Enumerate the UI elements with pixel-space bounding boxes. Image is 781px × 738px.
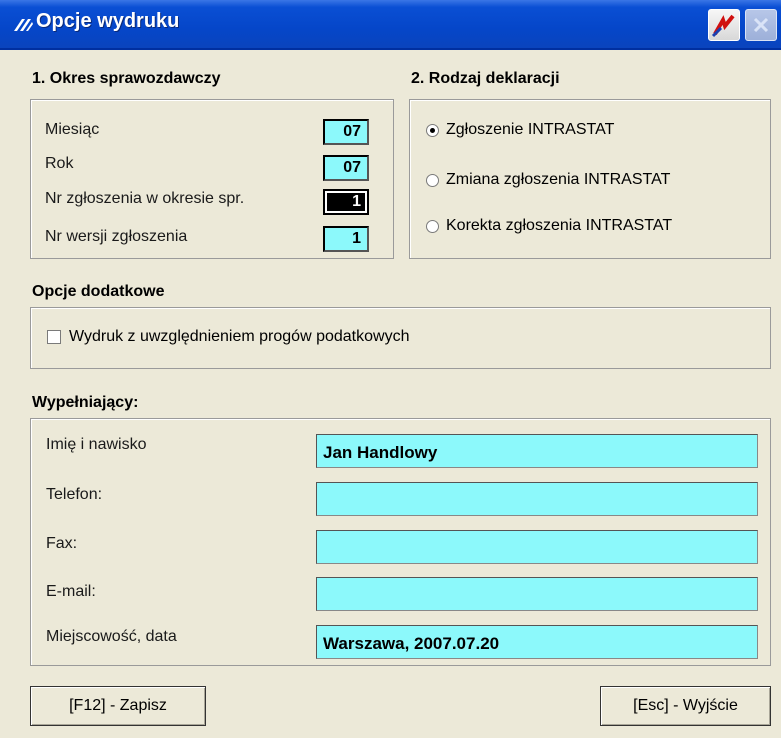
extra-options-group: Wydruk z uwzględnieniem progów podatkowy…	[30, 307, 771, 369]
filler-heading: Wypełniający:	[32, 394, 139, 411]
name-label: Imię i nawisko	[46, 436, 147, 453]
title-bar[interactable]: Opcje wydruku	[0, 0, 781, 50]
month-label: Miesiąc	[45, 121, 100, 138]
radio-label: Korekta zgłoszenia INTRASTAT	[446, 217, 673, 234]
declaration-group: Zgłoszenie INTRASTAT Zmiana zgłoszenia I…	[409, 99, 771, 259]
radio-label: Zmiana zgłoszenia INTRASTAT	[446, 171, 671, 188]
close-icon	[753, 17, 769, 33]
print-options-window: Opcje wydruku 1. Okres sprawozdawczy Mie…	[0, 0, 781, 738]
report-number-field[interactable]: 1	[323, 189, 369, 215]
exit-button[interactable]: [Esc] - Wyjście	[600, 686, 771, 726]
close-button[interactable]	[745, 9, 777, 41]
save-button[interactable]: [F12] - Zapisz	[30, 686, 206, 726]
name-field[interactable]: Jan Handlowy	[316, 434, 758, 468]
radio-label: Zgłoszenie INTRASTAT	[446, 121, 615, 138]
place-date-field[interactable]: Warszawa, 2007.07.20	[316, 625, 758, 659]
radio-button[interactable]	[426, 124, 439, 137]
radio-button[interactable]	[426, 174, 439, 187]
window-title: Opcje wydruku	[36, 10, 180, 32]
tax-threshold-checkbox[interactable]	[47, 330, 61, 344]
app-logo-icon	[14, 19, 33, 31]
period-heading: 1. Okres sprawozdawczy	[32, 70, 221, 87]
radio-button[interactable]	[426, 220, 439, 233]
tax-threshold-label: Wydruk z uwzględnieniem progów podatkowy…	[69, 328, 410, 345]
version-number-field[interactable]: 1	[323, 226, 369, 252]
extra-options-heading: Opcje dodatkowe	[32, 283, 165, 300]
place-date-label: Miejscowość, data	[46, 628, 177, 645]
report-number-label: Nr zgłoszenia w okresie spr.	[45, 190, 245, 207]
phone-label: Telefon:	[46, 486, 103, 503]
year-field[interactable]: 07	[323, 155, 369, 181]
fax-field[interactable]	[316, 530, 758, 564]
email-label: E-mail:	[46, 583, 96, 600]
phone-field[interactable]	[316, 482, 758, 516]
fax-label: Fax:	[46, 535, 78, 552]
period-group: Miesiąc 07 Rok 07 Nr zgłoszenia w okresi…	[30, 99, 394, 259]
month-field[interactable]: 07	[323, 119, 369, 145]
brand-logo-icon[interactable]	[708, 9, 740, 41]
declaration-heading: 2. Rodzaj deklaracji	[411, 70, 560, 87]
year-label: Rok	[45, 155, 74, 172]
email-field[interactable]	[316, 577, 758, 611]
version-number-label: Nr wersji zgłoszenia	[45, 228, 188, 245]
